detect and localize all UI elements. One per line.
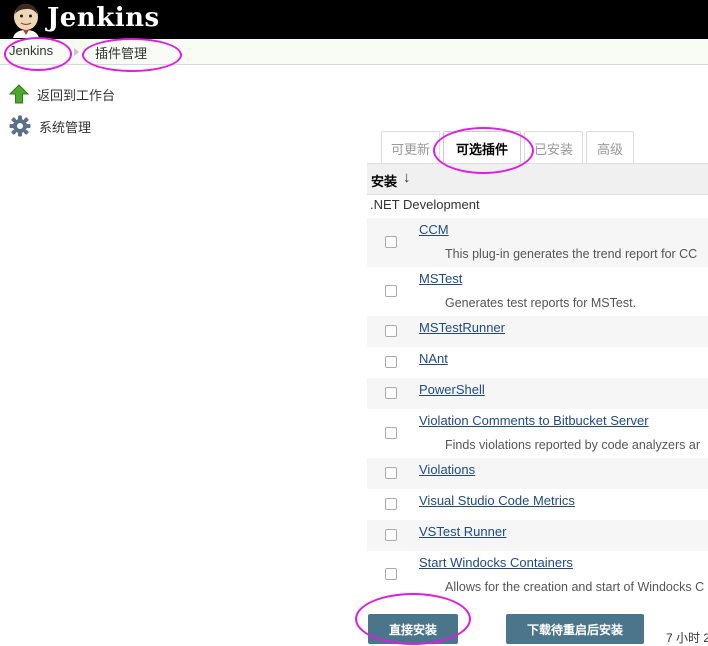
plugin-checkbox[interactable] bbox=[385, 498, 397, 510]
breadcrumb: Jenkins 插件管理 bbox=[0, 39, 708, 65]
install-without-restart-button[interactable]: 直接安装 bbox=[368, 614, 458, 644]
table-row: Violation Comments to Bitbucket Server F… bbox=[367, 409, 708, 458]
sort-down-icon[interactable]: ↓ bbox=[403, 169, 411, 186]
table-row: MSTest Generates test reports for MSTest… bbox=[367, 267, 708, 316]
plugin-name-link[interactable]: Violations bbox=[419, 462, 475, 477]
table-row: CCM This plug-in generates the trend rep… bbox=[367, 218, 708, 267]
plugin-name-link[interactable]: VSTest Runner bbox=[419, 524, 506, 539]
top-header: Jenkins bbox=[0, 0, 708, 39]
last-update-time: 7 小时 2 bbox=[666, 631, 708, 645]
plugin-name-link[interactable]: Visual Studio Code Metrics bbox=[419, 493, 575, 508]
tab-updates[interactable]: 可更新 bbox=[381, 131, 440, 164]
plugin-description: Finds violations reported by code analyz… bbox=[445, 438, 700, 452]
green-up-arrow-icon bbox=[9, 84, 29, 104]
plugin-name-link[interactable]: Start Windocks Containers bbox=[419, 555, 573, 570]
plugin-checkbox[interactable] bbox=[385, 325, 397, 337]
table-row: VSTest Runner bbox=[367, 520, 708, 551]
plugin-name-link[interactable]: PowerShell bbox=[419, 382, 485, 397]
table-row: MSTestRunner bbox=[367, 316, 708, 347]
download-install-after-restart-button[interactable]: 下载待重启后安装 bbox=[506, 614, 644, 644]
plugin-checkbox[interactable] bbox=[385, 467, 397, 479]
table-row: Start Windocks Containers Allows for the… bbox=[367, 551, 708, 603]
table-row: NAnt bbox=[367, 347, 708, 378]
table-header: 安装 ↓ bbox=[367, 163, 708, 195]
tab-installed[interactable]: 已安装 bbox=[524, 131, 583, 164]
table-row: Violations bbox=[367, 458, 708, 489]
sidebar-item-back-dashboard[interactable]: 返回到工作台 bbox=[9, 83, 115, 105]
plugin-checkbox[interactable] bbox=[385, 529, 397, 541]
plugin-description: Generates test reports for MSTest. bbox=[445, 296, 637, 310]
plugin-name-link[interactable]: CCM bbox=[419, 222, 449, 237]
plugin-name-link[interactable]: MSTest bbox=[419, 271, 462, 286]
sidebar-item-label: 系统管理 bbox=[39, 119, 92, 135]
plugin-checkbox[interactable] bbox=[385, 427, 397, 439]
plugin-checkbox[interactable] bbox=[385, 356, 397, 368]
sidebar-item-manage-jenkins[interactable]: 系统管理 bbox=[9, 115, 91, 137]
breadcrumb-separator-icon bbox=[74, 48, 79, 56]
plugin-checkbox[interactable] bbox=[385, 236, 397, 248]
tab-available[interactable]: 可选插件 bbox=[443, 131, 521, 164]
gear-icon bbox=[9, 115, 31, 137]
category-heading: .NET Development bbox=[370, 197, 480, 212]
plugin-description: Allows for the creation and start of Win… bbox=[445, 580, 705, 594]
plugin-name-link[interactable]: MSTestRunner bbox=[419, 320, 505, 335]
jenkins-butler-icon[interactable] bbox=[9, 1, 43, 38]
brand-title[interactable]: Jenkins bbox=[47, 2, 160, 34]
breadcrumb-plugin-manager-link[interactable]: 插件管理 bbox=[95, 43, 147, 62]
install-column-header[interactable]: 安装 bbox=[371, 171, 397, 190]
table-row: PowerShell bbox=[367, 378, 708, 409]
plugin-checkbox[interactable] bbox=[385, 387, 397, 399]
tab-advanced[interactable]: 高级 bbox=[586, 131, 634, 164]
plugin-description: This plug-in generates the trend report … bbox=[445, 247, 698, 261]
plugin-checkbox[interactable] bbox=[385, 285, 397, 297]
plugin-name-link[interactable]: NAnt bbox=[419, 351, 448, 366]
sidebar-item-label: 返回到工作台 bbox=[37, 87, 116, 103]
plugin-checkbox[interactable] bbox=[385, 568, 397, 580]
table-row: Visual Studio Code Metrics bbox=[367, 489, 708, 520]
plugin-name-link[interactable]: Violation Comments to Bitbucket Server bbox=[419, 413, 649, 428]
plugin-table: 安装 ↓ .NET Development CCM This plug-in g… bbox=[367, 163, 708, 603]
breadcrumb-home-link[interactable]: Jenkins bbox=[9, 43, 53, 58]
